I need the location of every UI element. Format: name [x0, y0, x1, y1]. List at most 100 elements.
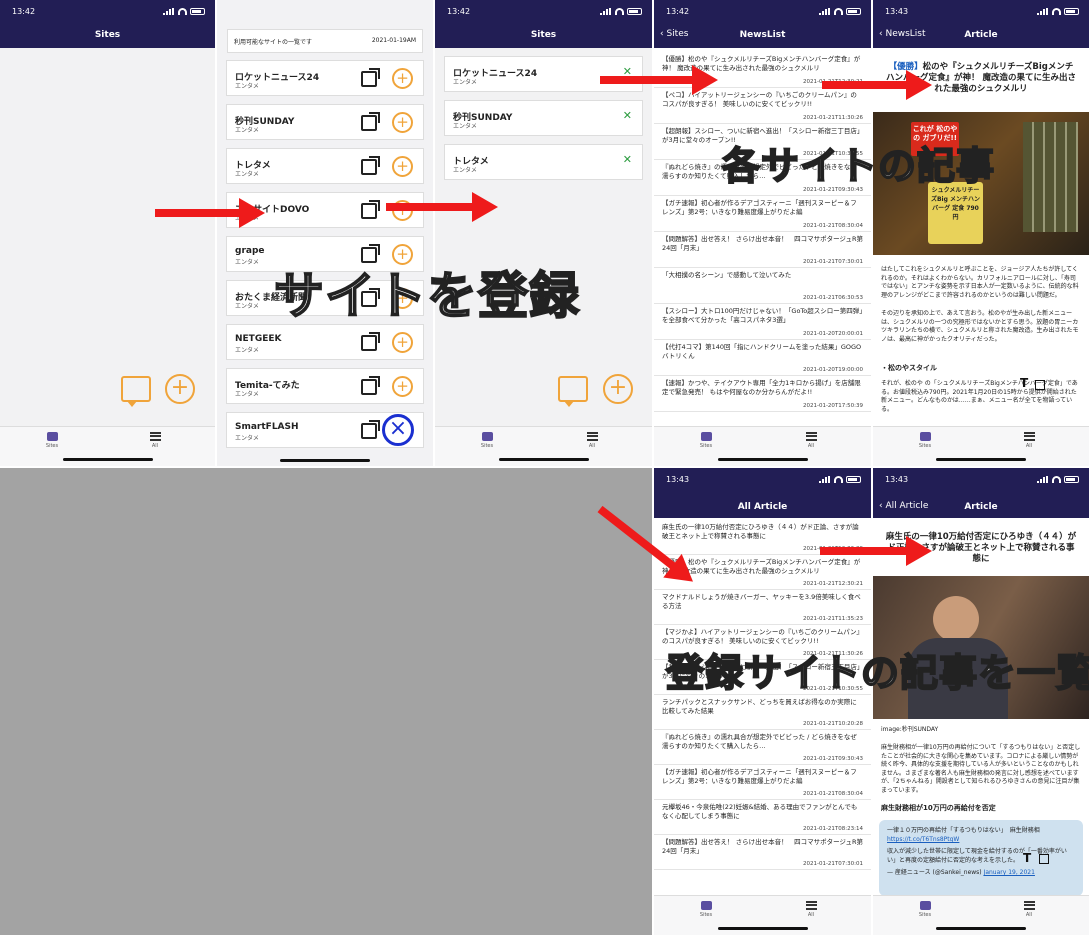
battery-icon — [846, 8, 861, 15]
home-indicator — [280, 459, 370, 462]
tab-sites[interactable]: Sites — [32, 432, 72, 449]
news-item[interactable]: 【問題解答】出せ答え！ さらけ出せ本音！ 四コマサポタージュR第24回「月末」 2… — [654, 232, 871, 268]
tab-sites[interactable]: Sites — [905, 432, 945, 449]
news-title: 【問題解答】出せ答え！ さらけ出せ本音！ 四コマサポタージュR第24回「月末」 — [662, 838, 863, 855]
list-icon — [805, 432, 817, 441]
news-date: 2021-01-21T08:30:04 — [802, 791, 863, 797]
tab-all[interactable]: All — [791, 432, 831, 449]
nav-title: NewsList — [739, 30, 786, 40]
font-size-icon[interactable]: T — [1020, 376, 1028, 390]
news-title: マクドナルドしょうが焼きバーガー、ヤッキーを3.9倍美味しく食べる方法 — [662, 593, 861, 610]
news-date: 2021-01-21T10:20:28 — [802, 721, 863, 727]
registered-site-row[interactable]: 秒刊SUNDAY エンタメ ✕ — [444, 100, 643, 136]
home-indicator — [936, 927, 1026, 930]
signal-icon — [163, 8, 175, 15]
tab-all[interactable]: All — [1009, 432, 1049, 449]
add-site-icon[interactable]: + — [392, 332, 413, 353]
open-external-icon[interactable] — [361, 420, 380, 439]
news-item[interactable]: 【速報】かつや、テイクアウト専用「全力1キロから揚げ」を店舗限定で緊急発売！ も… — [654, 376, 871, 412]
site-category: エンタメ — [453, 123, 477, 130]
list-icon — [149, 432, 161, 441]
registered-site-row[interactable]: トレタメ エンタメ ✕ — [444, 144, 643, 180]
news-item[interactable]: 『ぬれどら焼き』の濡れ具合が想定外でビビった / どら焼きをなぜ濡らすのか知りた… — [654, 730, 871, 765]
site-row[interactable]: NETGEEK エンタメ + — [226, 324, 424, 360]
add-site-icon[interactable]: + — [392, 68, 413, 89]
nav-title: All Article — [737, 502, 788, 512]
news-date: 2021-01-21T06:30:53 — [802, 295, 863, 301]
news-item[interactable]: 【問題解答】出せ答え！ さらけ出せ本音！ 四コマサポタージュR第24回「月末」 2… — [654, 835, 871, 870]
remove-site-icon[interactable]: ✕ — [623, 153, 632, 166]
add-site-icon[interactable]: + — [392, 376, 413, 397]
caption-all-articles: 登録サイトの記事を一覧 — [665, 650, 1089, 696]
home-indicator — [717, 458, 808, 461]
news-date: 2021-01-21T09:30:43 — [802, 756, 863, 762]
menu-sign: シュクメルリチーズBig メンチハンバーグ 定食 790円 — [928, 182, 983, 244]
site-row[interactable]: Temita-てみた エンタメ + — [226, 368, 424, 404]
sites-icon — [700, 901, 712, 910]
site-row[interactable]: 秒刊SUNDAY エンタメ + — [226, 104, 424, 140]
add-site-icon[interactable]: + — [392, 112, 413, 133]
news-item[interactable]: 「大相撲の名シーン」で感動して泣いてみた 2021-01-21T06:30:53 — [654, 268, 871, 304]
tab-sites-label: Sites — [699, 443, 713, 449]
news-item[interactable]: 【スシロー】大トロ100円だけじゃない！「GoTo超スシロー第四弾」を全部食べて… — [654, 304, 871, 340]
site-row[interactable]: ロケットニュース24 エンタメ + — [226, 60, 424, 96]
tab-sites[interactable]: Sites — [686, 432, 726, 449]
battery-icon — [1064, 476, 1079, 483]
status-time: 13:42 — [12, 7, 36, 16]
news-item[interactable]: 【ガチ速報】初心者が作るデアゴスティーニ「週刊スヌーピー＆フレンズ」第2号：いき… — [654, 196, 871, 232]
tab-sites[interactable]: Sites — [905, 901, 945, 918]
open-external-icon[interactable] — [361, 376, 380, 395]
site-row[interactable]: トレタメ エンタメ + — [226, 148, 424, 184]
tab-all[interactable]: All — [791, 901, 831, 918]
news-item[interactable]: 【代打4コマ】第140回「指にハンドクリームを塗った結果」GOGOバトリくん 20… — [654, 340, 871, 376]
tab-bar: Sites All — [0, 426, 215, 466]
header-date: 2021-01-19AM — [371, 37, 416, 44]
wifi-icon — [615, 8, 624, 15]
font-size-icon[interactable]: T — [1023, 851, 1031, 865]
tweet-link[interactable]: https://t.co/T6Tns8PtgW — [887, 836, 959, 843]
nav-title: Sites — [94, 30, 121, 40]
arrow-1 — [155, 198, 265, 228]
remove-site-icon[interactable]: ✕ — [623, 109, 632, 122]
add-site-icon[interactable]: + — [392, 156, 413, 177]
news-item[interactable]: 【ガチ速報】初心者が作るデアゴスティーニ「週刊スヌーピー＆フレンズ」第2号：いき… — [654, 765, 871, 800]
chat-icon[interactable] — [558, 376, 588, 407]
site-name: SmartFLASH — [235, 422, 299, 432]
nav-bar: 13:43 ‹ All Article Article — [873, 468, 1089, 518]
nav-bar: 13:43 All Article — [654, 468, 871, 518]
status-time: 13:42 — [447, 7, 471, 16]
screen-sites-empty: 13:42 Sites + Sites All — [0, 0, 215, 466]
caption-site-articles: 各サイトの記事 — [721, 143, 996, 189]
open-external-icon[interactable] — [361, 332, 380, 351]
add-site-button[interactable]: + — [165, 374, 195, 404]
news-title: ランチパックとスナックサンド、どっちを買えばお得なのか実際に比較してみた結果 — [662, 698, 857, 715]
news-item[interactable]: 元欅坂46・今泉佑唯(22)妊娠&結婚、ある理由でファンがとんでもなく心配してし… — [654, 800, 871, 835]
tab-all[interactable]: All — [135, 432, 175, 449]
share-icon[interactable] — [1035, 380, 1045, 390]
open-external-icon[interactable] — [361, 200, 380, 219]
tweet-date-link[interactable]: January 19, 2021 — [984, 869, 1035, 876]
news-title: 【問題解答】出せ答え！ さらけ出せ本音！ 四コマサポタージュR第24回「月末」 — [662, 235, 863, 252]
news-item[interactable]: ランチパックとスナックサンド、どっちを買えばお得なのか実際に比較してみた結果 20… — [654, 695, 871, 730]
share-icon[interactable] — [1039, 854, 1049, 864]
wifi-icon — [834, 476, 843, 483]
status-time: 13:43 — [885, 7, 909, 16]
tab-all[interactable]: All — [572, 432, 612, 449]
close-button[interactable]: × — [382, 414, 414, 446]
open-external-icon[interactable] — [361, 112, 380, 131]
tab-bar: Sites All — [654, 895, 871, 935]
tab-all[interactable]: All — [1009, 901, 1049, 918]
add-site-button[interactable]: + — [603, 374, 633, 404]
open-external-icon[interactable] — [361, 156, 380, 175]
battery-icon — [846, 476, 861, 483]
battery-icon — [1064, 8, 1079, 15]
news-item[interactable]: マクドナルドしょうが焼きバーガー、ヤッキーを3.9倍美味しく食べる方法 2021-… — [654, 590, 871, 625]
news-date: 2021-01-21T11:30:26 — [802, 115, 863, 121]
tab-sites[interactable]: Sites — [686, 901, 726, 918]
status-time: 13:42 — [666, 7, 690, 16]
chat-icon[interactable] — [121, 376, 151, 407]
tab-sites[interactable]: Sites — [467, 432, 507, 449]
nav-bar: 13:43 ‹ NewsList Article — [873, 0, 1089, 48]
open-external-icon[interactable] — [361, 68, 380, 87]
wifi-icon — [834, 8, 843, 15]
